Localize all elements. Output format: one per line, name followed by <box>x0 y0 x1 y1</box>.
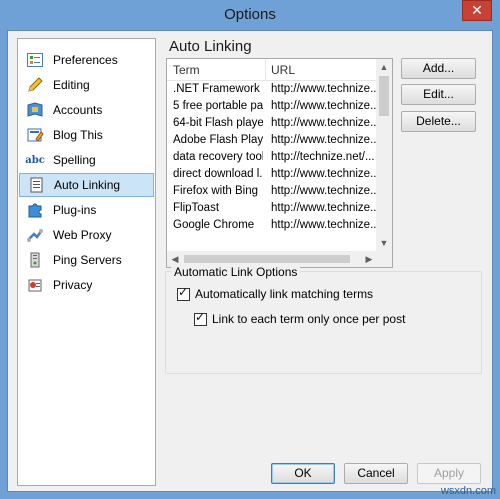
table-row[interactable]: data recovery tools http://technize.net/… <box>167 150 377 167</box>
column-header-term[interactable]: Term <box>173 63 200 77</box>
scroll-down-arrow-icon[interactable]: ▼ <box>376 235 392 251</box>
term-cell: Google Chrome <box>173 219 255 231</box>
term-cell: FlipToast <box>173 202 220 214</box>
sidebar-item-label: Web Proxy <box>53 228 112 242</box>
table-row[interactable]: 5 free portable pa... http://www.techniz… <box>167 99 377 116</box>
scrollbar-corner <box>376 251 392 267</box>
checkmark-icon: ✓ <box>195 309 206 324</box>
sidebar-item-label: Editing <box>53 78 90 92</box>
preferences-icon <box>26 51 44 69</box>
checkmark-icon: ✓ <box>178 284 189 299</box>
edit-button[interactable]: Edit... <box>401 84 476 105</box>
cancel-button[interactable]: Cancel <box>344 463 408 484</box>
table-row[interactable]: .NET Framework http://www.technize... <box>167 82 377 99</box>
dialog-client: Preferences Editing Accounts Blog This a… <box>7 30 493 492</box>
url-cell: http://technize.net/... <box>271 151 375 163</box>
delete-button[interactable]: Delete... <box>401 111 476 132</box>
window-title: Options <box>224 6 276 23</box>
sidebar-item-auto-linking[interactable]: Auto Linking <box>19 173 154 197</box>
url-cell: http://www.technize... <box>271 83 377 95</box>
url-cell: http://www.technize... <box>271 185 377 197</box>
sidebar-item-label: Auto Linking <box>54 178 121 192</box>
group-label: Automatic Link Options <box>171 265 301 279</box>
proxy-icon <box>26 226 44 244</box>
category-sidebar: Preferences Editing Accounts Blog This a… <box>17 38 156 486</box>
abc-spelling-icon: abc <box>25 154 45 166</box>
table-row[interactable]: Adobe Flash Play... http://www.technize.… <box>167 133 377 150</box>
vertical-scrollbar[interactable]: ▲ ▼ <box>376 59 392 251</box>
term-cell: 5 free portable pa... <box>173 100 263 112</box>
vertical-scroll-thumb[interactable] <box>379 76 389 116</box>
sidebar-item-label: Privacy <box>53 278 93 292</box>
sidebar-item-editing[interactable]: Editing <box>19 73 154 97</box>
scroll-right-arrow-icon[interactable]: ▶ <box>361 251 377 267</box>
term-cell: data recovery tools <box>173 151 263 163</box>
pencil-icon <box>26 76 44 94</box>
close-button[interactable]: ✕ <box>462 0 492 21</box>
url-cell: http://www.technize... <box>271 219 377 231</box>
term-cell: Firefox with Bing <box>173 185 259 197</box>
url-cell: http://www.technize... <box>271 168 377 180</box>
once-per-post-checkbox[interactable]: ✓ <box>194 309 207 326</box>
sidebar-item-blog-this[interactable]: Blog This <box>19 123 154 147</box>
sidebar-item-plug-ins[interactable]: Plug-ins <box>19 198 154 222</box>
table-row[interactable]: Google Chrome http://www.technize... <box>167 218 377 235</box>
url-cell: http://www.technize... <box>271 134 377 146</box>
ping-icon <box>26 251 44 269</box>
term-cell: .NET Framework <box>173 83 260 95</box>
url-cell: http://www.technize... <box>271 117 377 129</box>
apply-button[interactable]: Apply <box>417 463 481 484</box>
url-cell: http://www.technize... <box>271 100 377 112</box>
auto-link-label[interactable]: Automatically link matching terms <box>195 287 373 301</box>
sidebar-item-label: Accounts <box>53 103 103 117</box>
ok-button[interactable]: OK <box>271 463 335 484</box>
auto-link-checkbox[interactable]: ✓ <box>177 284 190 301</box>
document-icon <box>27 176 45 194</box>
column-divider[interactable] <box>265 59 266 81</box>
column-header-url[interactable]: URL <box>271 63 295 77</box>
sidebar-item-privacy[interactable]: Privacy <box>19 273 154 297</box>
horizontal-scroll-thumb[interactable] <box>184 255 350 263</box>
term-cell: Adobe Flash Play... <box>173 134 263 146</box>
page-title: Auto Linking <box>169 38 252 55</box>
sidebar-item-label: Spelling <box>53 153 96 167</box>
table-row[interactable]: FlipToast http://www.technize... <box>167 201 377 218</box>
sidebar-item-label: Ping Servers <box>53 253 122 267</box>
sidebar-item-accounts[interactable]: Accounts <box>19 98 154 122</box>
accounts-icon <box>26 101 44 119</box>
term-cell: direct download l... <box>173 168 263 180</box>
add-button[interactable]: Add... <box>401 58 476 79</box>
privacy-icon <box>26 276 44 294</box>
blog-this-icon <box>26 126 44 144</box>
once-per-post-checkbox-row[interactable]: ✓ Link to each term only once per post <box>194 309 405 326</box>
watermark: wsxdn.com <box>440 485 496 497</box>
table-row[interactable]: 64-bit Flash player http://www.technize.… <box>167 116 377 133</box>
table-row[interactable]: direct download l... http://www.technize… <box>167 167 377 184</box>
sidebar-item-preferences[interactable]: Preferences <box>19 48 154 72</box>
sidebar-item-ping-servers[interactable]: Ping Servers <box>19 248 154 272</box>
sidebar-item-label: Plug-ins <box>53 203 97 217</box>
url-cell: http://www.technize... <box>271 202 377 214</box>
sidebar-item-label: Preferences <box>53 53 118 67</box>
table-row[interactable]: Firefox with Bing http://www.technize... <box>167 184 377 201</box>
list-header: Term URL <box>167 59 377 81</box>
scroll-up-arrow-icon[interactable]: ▲ <box>376 59 392 75</box>
sidebar-item-label: Blog This <box>53 128 103 142</box>
terms-list[interactable]: Term URL .NET Framework http://www.techn… <box>166 58 393 268</box>
auto-link-checkbox-row[interactable]: ✓ Automatically link matching terms <box>177 284 373 301</box>
sidebar-item-web-proxy[interactable]: Web Proxy <box>19 223 154 247</box>
term-cell: 64-bit Flash player <box>173 117 263 129</box>
puzzle-icon <box>26 201 44 219</box>
sidebar-item-spelling[interactable]: abc Spelling <box>19 148 154 172</box>
once-per-post-label[interactable]: Link to each term only once per post <box>212 312 405 326</box>
title-bar[interactable]: Options ✕ <box>0 0 500 30</box>
options-window: Options ✕ Preferences Editing Accounts B… <box>0 0 500 499</box>
